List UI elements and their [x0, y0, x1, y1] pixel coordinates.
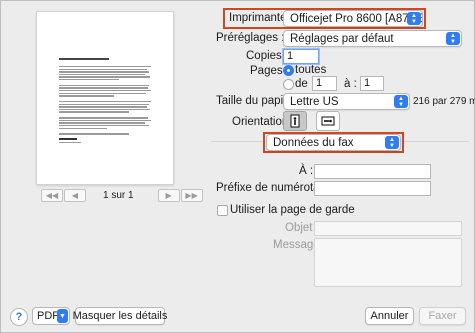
chevron-updown-icon: ▲ ▼	[407, 12, 421, 25]
preview-text-line	[59, 84, 149, 87]
preview-text-line	[59, 76, 150, 78]
copies-label: Copies :	[246, 50, 289, 62]
preview-text-line	[59, 79, 119, 81]
preview-text-line	[59, 111, 129, 113]
preview-text-line	[59, 87, 148, 89]
paper-size-select[interactable]: Lettre US ▲ ▼	[283, 93, 410, 110]
pages-from-input[interactable]: 1	[312, 76, 337, 91]
pdf-menu-button[interactable]: PDF ▼	[32, 307, 70, 325]
preview-text-line	[59, 122, 145, 124]
chevron-updown-icon: ▲ ▼	[385, 136, 399, 149]
preview-heading-line	[59, 58, 109, 60]
preview-signature-line	[59, 142, 81, 144]
preview-text-line	[59, 125, 149, 127]
hide-details-button[interactable]: Masquer les détails	[73, 307, 167, 325]
pages-to-input[interactable]: 1	[360, 76, 384, 91]
presets-value: Réglages par défaut	[290, 32, 394, 45]
preview-text-line	[59, 133, 129, 135]
page-indicator: 1 sur 1	[103, 190, 134, 201]
pages-all-label: toutes	[295, 64, 327, 76]
presets-label: Préréglages :	[216, 32, 285, 44]
preview-text-line	[59, 90, 151, 92]
presets-select[interactable]: Réglages par défaut ▲ ▼	[283, 30, 462, 47]
paper-size-value: Lettre US	[290, 95, 339, 108]
cancel-button[interactable]: Annuler	[365, 307, 414, 325]
pdf-label: PDF	[37, 310, 59, 322]
copies-input[interactable]: 1	[283, 49, 319, 64]
preview-text-line	[59, 101, 151, 103]
preview-text-line	[59, 119, 151, 122]
section-select[interactable]: Données du fax ▲ ▼	[266, 134, 401, 151]
landscape-icon	[321, 116, 335, 126]
printer-value: Officejet Pro 8600 [A876EC] (Fax)	[290, 12, 422, 25]
pages-to-label: à :	[344, 78, 357, 90]
cover-page-checkbox[interactable]	[217, 205, 228, 216]
pages-all-radio[interactable]	[283, 65, 294, 76]
preview-text-line	[59, 117, 148, 119]
section-value: Données du fax	[273, 136, 354, 149]
chevron-down-icon: ▼	[57, 309, 68, 323]
printer-select[interactable]: Officejet Pro 8600 [A876EC] (Fax) ▲▼	[283, 10, 423, 27]
subject-input[interactable]	[314, 221, 462, 236]
fax-button[interactable]: Faxer	[419, 307, 466, 325]
preview-text-line	[59, 66, 151, 68]
dial-prefix-input[interactable]	[314, 181, 431, 196]
preview-text-line	[59, 71, 149, 73]
previous-page-button[interactable]: ◀	[64, 189, 86, 202]
print-dialog: ◀◀ ◀ 1 sur 1 ▶ ▶▶ Imprimante : Officejet…	[0, 0, 475, 333]
chevron-updown-icon: ▲ ▼	[446, 32, 460, 45]
preview-text-line	[59, 92, 146, 94]
preview-text-line	[59, 95, 114, 97]
portrait-icon	[290, 114, 300, 128]
first-page-button[interactable]: ◀◀	[41, 189, 63, 202]
chevron-updown-icon: ▲ ▼	[394, 95, 408, 108]
preview-text-line	[59, 68, 147, 70]
print-preview-page	[37, 12, 173, 184]
help-button[interactable]: ?	[10, 308, 28, 326]
message-textarea[interactable]	[314, 238, 462, 287]
landscape-orientation-button[interactable]	[316, 111, 340, 131]
next-page-button[interactable]: ▶	[157, 189, 180, 202]
fax-to-input[interactable]	[314, 164, 431, 179]
paper-dimensions: 216 par 279 mm	[413, 96, 475, 107]
preview-text-line	[59, 73, 145, 76]
preview-text-line	[59, 108, 150, 111]
portrait-orientation-button[interactable]	[283, 111, 307, 131]
fax-to-label: À :	[299, 165, 314, 177]
pages-range-radio[interactable]	[283, 79, 294, 90]
preview-signature-line	[59, 138, 77, 140]
preview-pager: ◀◀ ◀ 1 sur 1 ▶ ▶▶	[41, 189, 203, 202]
last-page-button[interactable]: ▶▶	[180, 189, 203, 202]
preview-text-line	[59, 127, 107, 129]
cover-page-label: Utiliser la page de garde	[230, 204, 355, 216]
preview-text-line	[59, 106, 147, 108]
preview-text-line	[59, 103, 149, 105]
